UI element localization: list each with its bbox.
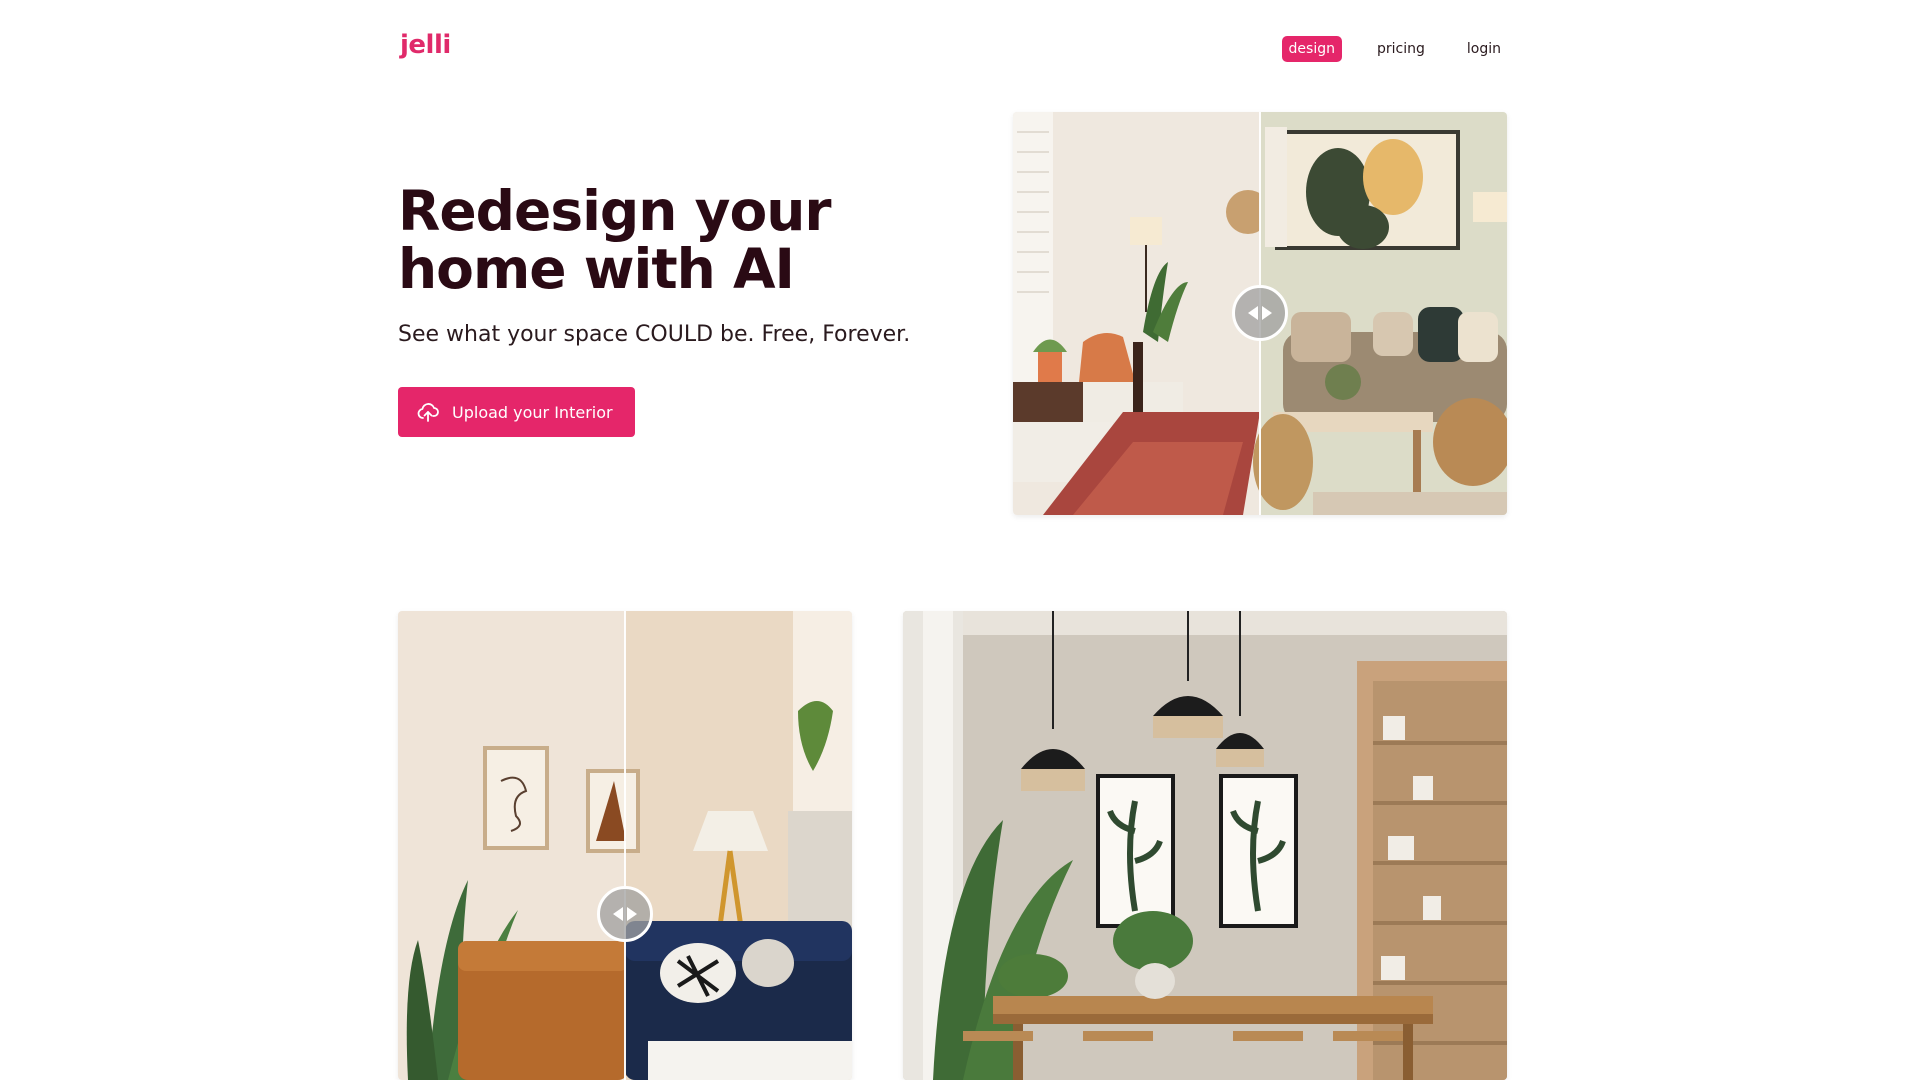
nav-login[interactable]: login (1460, 36, 1508, 62)
nav-design[interactable]: design (1281, 36, 1342, 62)
hero-subtitle: See what your space COULD be. Free, Fore… (398, 322, 911, 347)
hero-title: Redesign your home with AI (398, 179, 832, 301)
chevron-left-icon (613, 907, 623, 921)
chevron-left-icon (1248, 306, 1258, 320)
living-room-before-after-image[interactable] (398, 611, 852, 1080)
comparison-slider-handle[interactable] (1232, 285, 1288, 341)
comparison-slider-handle[interactable] (597, 886, 653, 942)
chevron-right-icon (627, 907, 637, 921)
dining-room-render-image[interactable] (903, 611, 1507, 1080)
page: jelli design pricing login Redesign your… (0, 0, 1920, 1080)
top-nav: design pricing login (1281, 36, 1508, 62)
upload-interior-button[interactable]: Upload your Interior (398, 387, 635, 437)
cloud-upload-icon (417, 403, 439, 422)
upload-button-label: Upload your Interior (452, 402, 613, 422)
dining-room-artwork (903, 611, 1507, 1080)
nav-pricing[interactable]: pricing (1370, 36, 1432, 62)
comparison-divider (624, 611, 626, 1080)
hero-before-after-image[interactable] (1013, 112, 1507, 515)
chevron-right-icon (1262, 306, 1272, 320)
brand-logo[interactable]: jelli (400, 30, 451, 60)
